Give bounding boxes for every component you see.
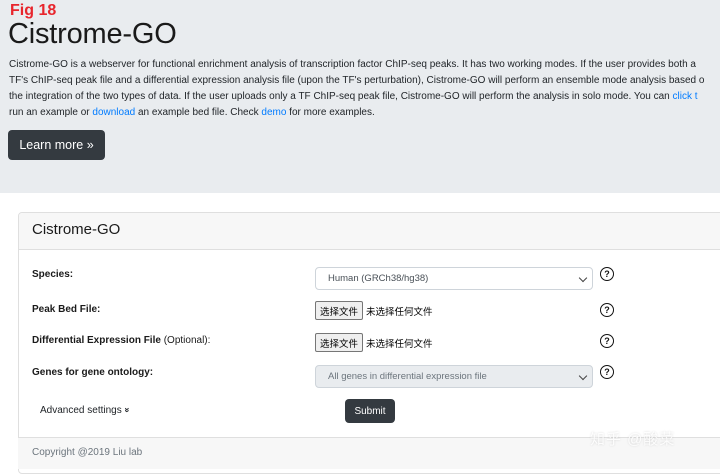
diff-file-label-text: Differential Expression File [32, 335, 161, 346]
genes-select[interactable]: All genes in differential expression fil… [315, 365, 593, 388]
watermark: 知乎 @酸菜 [590, 431, 676, 448]
demo-link[interactable]: demo [261, 107, 286, 118]
optional-note: (Optional): [160, 335, 211, 346]
intro-line-4-post: for more examples. [286, 107, 375, 118]
intro-line-4-mid: an example bed file. Check [135, 107, 262, 118]
card-header: Cistrome-GO [19, 213, 720, 250]
help-icon[interactable]: ? [600, 267, 614, 281]
intro-line-1: Cistrome-GO is a webserver for functiona… [9, 59, 696, 70]
choose-file-button[interactable]: 选择文件 [315, 333, 364, 352]
chevron-down-icon [578, 273, 588, 283]
card-title: Cistrome-GO [32, 221, 121, 238]
copyright-text: Copyright @2019 Liu lab [32, 447, 143, 458]
genes-label: Genes for gene ontology: [32, 367, 154, 378]
help-icon[interactable]: ? [600, 334, 614, 348]
species-select[interactable]: Human (GRCh38/hg38) [315, 267, 593, 290]
choose-file-button[interactable]: 选择文件 [315, 301, 364, 320]
peak-file-label: Peak Bed File: [32, 304, 101, 315]
double-chevron-down-icon: » [122, 407, 133, 413]
chevron-down-icon [578, 371, 588, 381]
no-file-text: 未选择任何文件 [366, 338, 433, 350]
advanced-settings-toggle[interactable]: Advanced settings» [40, 405, 133, 416]
advanced-settings-label: Advanced settings [40, 405, 122, 416]
intro-line-3: the integration of the two types of data… [9, 91, 673, 102]
jumbotron: Fig 18 Cistrome-GO Cistrome-GO is a webs… [0, 0, 720, 193]
species-select-value: Human (GRCh38/hg38) [328, 273, 429, 284]
learn-more-button[interactable]: Learn more » [8, 130, 105, 160]
intro-line-4-pre: run an example or [9, 107, 93, 118]
click-link[interactable]: click t [673, 91, 698, 102]
page-title: Cistrome-GO [8, 18, 177, 50]
genes-select-value: All genes in differential expression fil… [328, 371, 487, 382]
intro-paragraph: Cistrome-GO is a webserver for functiona… [9, 57, 720, 121]
download-link[interactable]: download [92, 107, 135, 118]
help-icon[interactable]: ? [600, 303, 614, 317]
submit-button[interactable]: Submit [345, 399, 395, 423]
intro-line-2: TF's ChIP-seq peak file and a differenti… [9, 75, 705, 86]
no-file-text: 未选择任何文件 [366, 306, 433, 318]
diff-file-label: Differential Expression File (Optional): [32, 335, 210, 346]
species-label: Species: [32, 269, 74, 280]
diff-file-input[interactable]: 选择文件 未选择任何文件 [315, 333, 433, 352]
help-icon[interactable]: ? [600, 365, 614, 379]
peak-file-input[interactable]: 选择文件 未选择任何文件 [315, 301, 433, 320]
